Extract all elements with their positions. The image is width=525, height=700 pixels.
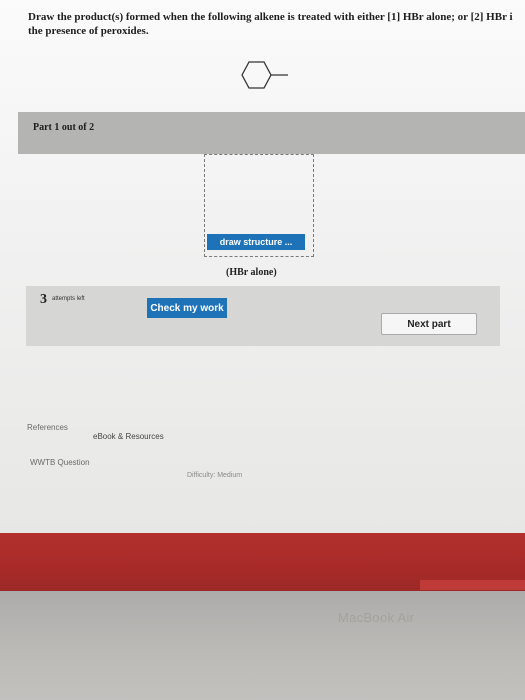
question-line-1: Draw the product(s) formed when the foll…: [28, 11, 513, 23]
question-line-2: the presence of peroxides.: [28, 25, 149, 37]
question-text: Draw the product(s) formed when the foll…: [28, 10, 525, 38]
device-brand-label: MacBook Air: [338, 610, 415, 625]
ebook-resources-link[interactable]: eBook & Resources: [93, 432, 164, 441]
draw-structure-button[interactable]: draw structure ...: [207, 234, 305, 250]
reaction-condition-label: (HBr alone): [226, 267, 277, 278]
browser-screen: Draw the product(s) formed when the foll…: [0, 0, 525, 535]
next-part-button[interactable]: Next part: [381, 313, 477, 335]
part-label: Part 1 out of 2: [33, 122, 95, 133]
laptop-base: [0, 591, 525, 700]
references-link[interactable]: References: [27, 423, 68, 432]
difficulty-label: Difficulty: Medium: [187, 472, 243, 479]
part-header-bar: Part 1 out of 2: [18, 112, 525, 154]
attempts-left-text: attempts left: [52, 296, 85, 302]
methylenecyclohexane-structure-icon: [241, 61, 288, 89]
check-my-work-button[interactable]: Check my work: [147, 298, 227, 318]
wwtb-question-link[interactable]: WWTB Question: [30, 458, 90, 467]
bezel-reflection: [420, 580, 525, 590]
attempts-count: 3: [40, 292, 47, 307]
